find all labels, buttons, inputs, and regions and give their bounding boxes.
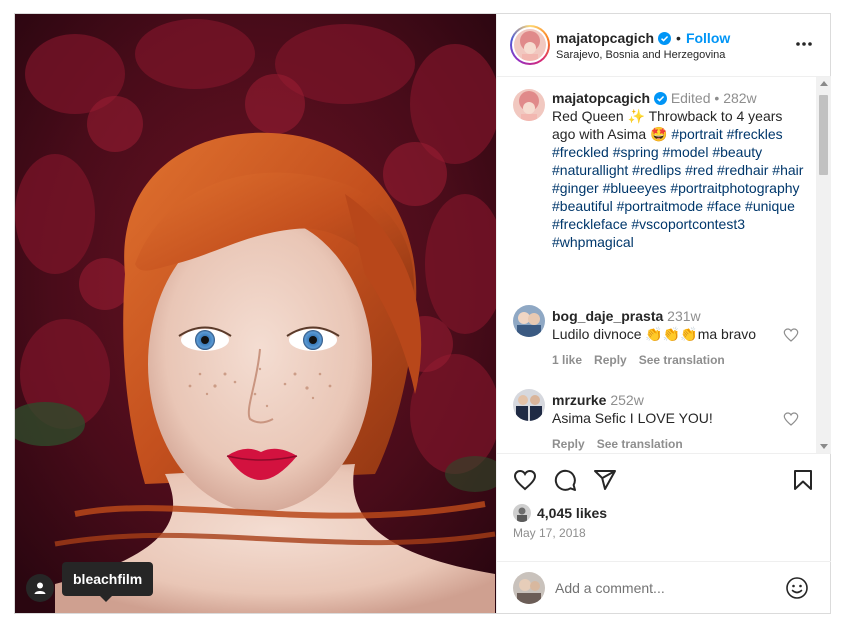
hashtag-link[interactable]: #red xyxy=(685,162,713,178)
reply-button[interactable]: Reply xyxy=(552,437,585,451)
header-user-row: majatopcagich • Follow xyxy=(556,30,730,46)
heart-icon[interactable] xyxy=(513,468,537,492)
hashtag-link[interactable]: #portraitphotography xyxy=(670,180,799,196)
comment-item: bog_daje_prasta 231w Ludilo divnoce 👏👏👏m… xyxy=(552,307,782,343)
comment-username[interactable]: mrzurke xyxy=(552,392,606,408)
emoji-icon[interactable] xyxy=(785,576,809,600)
comment-heart-icon[interactable] xyxy=(783,411,799,427)
comment-actions: 1 like Reply See translation xyxy=(552,353,725,367)
verified-icon xyxy=(653,92,667,105)
comment-age[interactable]: 252w xyxy=(610,392,643,408)
scrollbar-thumb[interactable] xyxy=(819,95,828,175)
hashtag-link[interactable]: #face xyxy=(707,198,741,214)
portrait-image xyxy=(15,14,496,613)
hashtag-link[interactable]: #blueeyes xyxy=(603,180,667,196)
comment-age[interactable]: 231w xyxy=(667,308,700,324)
comment-avatar[interactable] xyxy=(513,389,545,421)
comment-input[interactable] xyxy=(555,576,775,600)
likes-row[interactable]: 4,045 likes xyxy=(513,504,607,522)
bookmark-icon[interactable] xyxy=(791,468,815,492)
reply-button[interactable]: Reply xyxy=(594,353,627,367)
user-tag-icon[interactable] xyxy=(26,574,54,602)
hashtag-link[interactable]: #redlips xyxy=(632,162,681,178)
more-icon[interactable] xyxy=(794,36,814,52)
current-user-avatar xyxy=(513,572,545,604)
comments-scrollbar[interactable] xyxy=(816,77,831,453)
hashtag-link[interactable]: #naturallight xyxy=(552,162,628,178)
post-header: majatopcagich • Follow Sarajevo, Bosnia … xyxy=(497,14,831,77)
see-translation-button[interactable]: See translation xyxy=(597,437,683,451)
hashtag-link[interactable]: #vscoportcontest3 xyxy=(631,216,745,232)
hashtag-link[interactable]: #unique xyxy=(745,198,795,214)
comments-scroll-area[interactable]: majatopcagich Edited • 282w Red Queen ✨ … xyxy=(497,77,831,453)
comment-likes[interactable]: 1 like xyxy=(552,353,582,367)
hashtag-link[interactable]: #whpmagical xyxy=(552,234,634,250)
scroll-up-arrow-icon[interactable] xyxy=(820,81,828,86)
see-translation-button[interactable]: See translation xyxy=(639,353,725,367)
hashtag-link[interactable]: #spring xyxy=(613,144,659,160)
hashtag-link[interactable]: #beauty xyxy=(712,144,762,160)
hashtag-link[interactable]: #portraitmode xyxy=(617,198,703,214)
add-comment-bar xyxy=(497,561,831,613)
avatar xyxy=(514,29,546,61)
scroll-down-arrow-icon[interactable] xyxy=(820,444,828,449)
caption-separator: • xyxy=(714,90,720,106)
caption-edited: Edited xyxy=(670,90,711,106)
hashtag-link[interactable]: #redhair xyxy=(717,162,768,178)
post-actions-bar: 4,045 likes May 17, 2018 xyxy=(497,453,831,561)
caption-username[interactable]: majatopcagich xyxy=(552,90,650,106)
comment-username[interactable]: bog_daje_prasta xyxy=(552,308,663,324)
post-side-panel: majatopcagich • Follow Sarajevo, Bosnia … xyxy=(496,14,831,613)
caption-hashtags: #portrait #freckles #freckled #spring #m… xyxy=(552,126,803,250)
hashtag-link[interactable]: #freckles xyxy=(727,126,783,142)
caption-age[interactable]: 282w xyxy=(723,90,756,106)
person-icon xyxy=(34,582,46,594)
hashtag-link[interactable]: #freckled xyxy=(552,144,609,160)
comment-item: mrzurke 252w Asima Sefic I LOVE YOU! xyxy=(552,391,782,427)
post-photo[interactable]: bleachfilm xyxy=(15,14,496,613)
caption-avatar[interactable] xyxy=(513,89,545,121)
post-container: bleachfilm majatopcagich • Follow Saraje… xyxy=(14,13,831,614)
liker-avatar xyxy=(513,504,531,522)
post-date[interactable]: May 17, 2018 xyxy=(513,526,586,540)
comment-actions: Reply See translation xyxy=(552,437,683,451)
hashtag-link[interactable]: #ginger xyxy=(552,180,599,196)
follow-button[interactable]: Follow xyxy=(686,30,730,46)
comment-icon[interactable] xyxy=(553,468,577,492)
hashtag-link[interactable]: #hair xyxy=(772,162,803,178)
hashtag-link[interactable]: #freckleface xyxy=(552,216,627,232)
header-separator: • xyxy=(676,30,681,46)
location-link[interactable]: Sarajevo, Bosnia and Herzegovina xyxy=(556,49,725,61)
comment-text: Asima Sefic I LOVE YOU! xyxy=(552,410,713,426)
share-icon[interactable] xyxy=(593,468,617,492)
comment-text: Ludilo divnoce 👏👏👏ma bravo xyxy=(552,326,757,342)
likes-count[interactable]: 4,045 likes xyxy=(537,505,607,521)
hashtag-link[interactable]: #model xyxy=(663,144,709,160)
comment-avatar[interactable] xyxy=(513,305,545,337)
tagged-user-label[interactable]: bleachfilm xyxy=(62,562,154,602)
verified-icon xyxy=(658,31,672,45)
hashtag-link[interactable]: #portrait xyxy=(671,126,722,142)
story-ring[interactable] xyxy=(510,25,550,65)
hashtag-link[interactable]: #beautiful xyxy=(552,198,613,214)
header-username[interactable]: majatopcagich xyxy=(556,30,654,46)
comment-heart-icon[interactable] xyxy=(783,327,799,343)
caption: majatopcagich Edited • 282w Red Queen ✨ … xyxy=(552,89,807,251)
